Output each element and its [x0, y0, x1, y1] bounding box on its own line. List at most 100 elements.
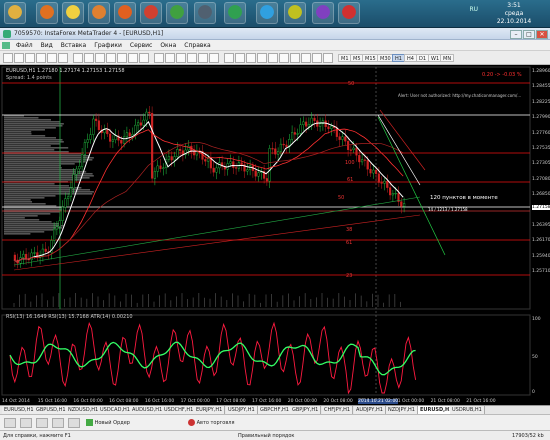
candle-body — [293, 132, 296, 135]
candle-body — [204, 159, 207, 162]
tester-icon[interactable] — [58, 53, 68, 63]
alert-label: Alert: User not authorized: http://my.ch… — [398, 93, 522, 98]
indicator-tick-label: 50 — [532, 355, 538, 360]
timeframe-h1[interactable]: H1 — [392, 54, 405, 62]
candle-body — [13, 254, 16, 261]
chrome-icon[interactable] — [166, 2, 188, 24]
notes-icon[interactable] — [62, 2, 84, 24]
terminal-icon[interactable] — [47, 53, 57, 63]
trendline-icon[interactable] — [268, 53, 278, 63]
chart-window-icon[interactable] — [2, 42, 10, 49]
close-button[interactable]: ✕ — [536, 30, 548, 39]
candle-chart-icon[interactable] — [106, 53, 116, 63]
data-window-icon[interactable] — [52, 418, 64, 428]
skype-icon[interactable] — [256, 2, 278, 24]
volume-profile-bar — [4, 217, 25, 219]
market-watch-icon[interactable] — [36, 418, 48, 428]
time-tick-label: 20 Oct 08:00 — [323, 399, 353, 404]
time-tick-label: 21 Oct 08:00 — [430, 399, 460, 404]
expert-icon[interactable] — [84, 53, 94, 63]
profiles-icon[interactable] — [14, 53, 24, 63]
shift-icon[interactable] — [176, 53, 186, 63]
menu-item[interactable]: Окна — [156, 40, 180, 51]
volume-profile-bar — [4, 121, 60, 123]
menu-item[interactable]: Графики — [90, 40, 126, 51]
terminal-icon[interactable] — [4, 418, 16, 428]
indicator-tick-label: 0 — [532, 390, 535, 395]
candle-body — [310, 117, 313, 125]
clock[interactable]: 3:51 среда 22.10.2014 — [484, 2, 544, 26]
price-chart[interactable] — [0, 65, 550, 405]
candle-body — [232, 161, 235, 168]
volume-profile-bar — [4, 205, 57, 207]
strategy-tester-icon[interactable] — [68, 418, 80, 428]
market-watch-icon[interactable] — [25, 53, 35, 63]
volume-profile-bar — [4, 157, 94, 159]
autotrade-button[interactable]: Авто торговля — [188, 418, 235, 428]
line-chart-icon[interactable] — [117, 53, 127, 63]
timeframe-mn[interactable]: MN — [440, 54, 455, 62]
timeframe-h4[interactable]: H4 — [404, 54, 417, 62]
menu-item[interactable]: Справка — [180, 40, 214, 51]
volume-profile-bar — [4, 197, 45, 199]
channel-icon[interactable] — [279, 53, 289, 63]
cursor-icon[interactable] — [224, 53, 234, 63]
tile-icon[interactable] — [154, 53, 164, 63]
tray-language[interactable]: RU — [469, 6, 478, 13]
periods-icon[interactable] — [198, 53, 208, 63]
zoom-out-icon[interactable] — [139, 53, 149, 63]
shell-icon[interactable] — [88, 2, 110, 24]
chart-area[interactable]: EURUSD,H1 1.27180 1.27174 1.27153 1.2715… — [0, 65, 550, 405]
autoscroll-icon[interactable] — [165, 53, 175, 63]
volume-profile-bar — [4, 131, 32, 133]
price-tick-label: 1.28960 — [532, 69, 550, 74]
shield-icon[interactable] — [36, 2, 58, 24]
candle-body — [145, 111, 148, 121]
fibo-icon[interactable] — [290, 53, 300, 63]
volume-profile-bar — [4, 227, 63, 229]
menu-item[interactable]: Файл — [12, 40, 37, 51]
indicators-icon[interactable] — [187, 53, 197, 63]
monitor-icon[interactable] — [194, 2, 216, 24]
hline-icon[interactable] — [257, 53, 267, 63]
candle-body — [254, 170, 257, 177]
candle-body — [352, 147, 355, 151]
candle-body — [344, 136, 347, 142]
fib-level-label: 38 — [346, 227, 353, 233]
menu-item[interactable]: Сервис — [126, 40, 156, 51]
maximize-button[interactable]: □ — [523, 30, 535, 39]
new-order-button[interactable]: Новый Ордер — [86, 418, 130, 428]
candle-body — [307, 124, 310, 127]
candle-body — [139, 122, 142, 126]
zoom-in-icon[interactable] — [128, 53, 138, 63]
navigator-icon[interactable] — [36, 53, 46, 63]
arrow-icon[interactable] — [323, 53, 333, 63]
edit-icon[interactable] — [284, 2, 306, 24]
flashget-icon[interactable] — [338, 2, 360, 24]
candle-body — [338, 136, 341, 140]
label-icon[interactable] — [312, 53, 322, 63]
minimize-button[interactable]: – — [510, 30, 522, 39]
viber-icon[interactable] — [312, 2, 334, 24]
candle-body — [125, 132, 128, 138]
new-chart-icon[interactable] — [3, 53, 13, 63]
menu-item[interactable]: Вставка — [57, 40, 90, 51]
globe-icon[interactable] — [224, 2, 246, 24]
volume-profile-bar — [4, 195, 56, 197]
candle-body — [282, 143, 285, 146]
office-icon[interactable] — [140, 2, 162, 24]
text-icon[interactable] — [301, 53, 311, 63]
menu-bar: Файл Вид Вставка Графики Сервис Окна Справка — [0, 40, 550, 51]
candle-body — [313, 117, 316, 121]
volume-profile-bar — [4, 165, 61, 167]
crosshair-icon[interactable] — [235, 53, 245, 63]
bar-chart-icon[interactable] — [95, 53, 105, 63]
firefox-icon[interactable] — [114, 2, 136, 24]
templates-icon[interactable] — [209, 53, 219, 63]
window-titlebar[interactable]: 7059570: InstaForex MetaTrader 4 - [EURU… — [0, 28, 550, 40]
navigator-icon[interactable] — [20, 418, 32, 428]
vline-icon[interactable] — [246, 53, 256, 63]
menu-item[interactable]: Вид — [37, 40, 57, 51]
folder-icon[interactable] — [4, 2, 26, 24]
new-order-icon[interactable] — [73, 53, 83, 63]
